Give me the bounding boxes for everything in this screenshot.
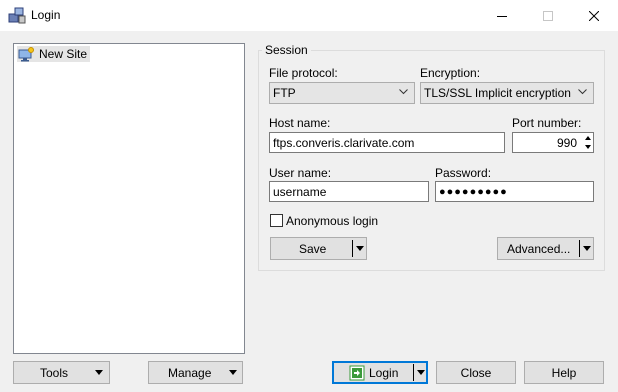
dropdown-arrow-icon xyxy=(229,370,237,375)
host-name-label: Host name: xyxy=(269,116,331,130)
maximize-icon xyxy=(543,10,553,21)
anonymous-login-checkbox[interactable] xyxy=(270,214,283,227)
encryption-value: TLS/SSL Implicit encryption xyxy=(424,86,571,100)
file-protocol-value: FTP xyxy=(273,86,296,100)
login-button[interactable]: Login xyxy=(332,361,428,384)
user-name-value: username xyxy=(273,184,327,199)
encryption-label: Encryption: xyxy=(420,66,481,80)
password-input[interactable]: ●●●●●●●●● xyxy=(435,181,594,202)
tools-button[interactable]: Tools xyxy=(13,361,110,384)
site-list[interactable]: New Site xyxy=(13,43,245,354)
host-name-value: ftps.converis.clarivate.com xyxy=(273,135,415,150)
minimize-icon xyxy=(497,15,507,17)
new-site-icon xyxy=(18,46,34,61)
port-number-label: Port number: xyxy=(512,116,582,130)
close-button[interactable]: Close xyxy=(436,361,516,384)
advanced-button[interactable]: Advanced... xyxy=(497,237,594,260)
site-item-new-site[interactable]: New Site xyxy=(17,46,91,62)
title-bar: Login xyxy=(0,0,618,31)
port-spinner-icon[interactable] xyxy=(583,133,593,152)
help-button-label: Help xyxy=(551,365,577,380)
close-window-button[interactable] xyxy=(571,0,617,31)
host-name-input[interactable]: ftps.converis.clarivate.com xyxy=(269,132,505,153)
anonymous-login-label: Anonymous login xyxy=(286,214,379,228)
maximize-button[interactable] xyxy=(525,0,571,31)
save-button-label: Save xyxy=(299,241,327,256)
dropdown-arrow-icon[interactable] xyxy=(417,370,425,375)
tools-button-label: Tools xyxy=(40,365,69,380)
port-number-input[interactable]: 990 xyxy=(512,132,594,153)
close-icon xyxy=(589,10,599,21)
save-split-separator xyxy=(352,240,353,257)
app-icon xyxy=(8,7,26,24)
encryption-select[interactable]: TLS/SSL Implicit encryption xyxy=(420,82,594,104)
login-icon xyxy=(349,365,365,380)
site-item-label: New Site xyxy=(39,47,88,61)
help-button[interactable]: Help xyxy=(524,361,604,384)
minimize-button[interactable] xyxy=(479,0,525,31)
dropdown-arrow-icon[interactable] xyxy=(356,246,364,251)
chevron-down-icon xyxy=(578,89,587,95)
file-protocol-label: File protocol: xyxy=(269,66,338,80)
file-protocol-select[interactable]: FTP xyxy=(269,82,415,104)
user-name-input[interactable]: username xyxy=(269,181,429,202)
save-button[interactable]: Save xyxy=(270,237,367,260)
login-button-label: Login xyxy=(369,365,399,380)
password-value: ●●●●●●●●● xyxy=(439,185,508,198)
window-title: Login xyxy=(31,8,61,22)
chevron-down-icon xyxy=(399,89,408,95)
session-group-title: Session xyxy=(262,43,311,57)
port-number-value: 990 xyxy=(556,135,577,150)
manage-button-label: Manage xyxy=(168,365,212,380)
manage-button[interactable]: Manage xyxy=(148,361,243,384)
dropdown-arrow-icon xyxy=(95,370,103,375)
password-label: Password: xyxy=(435,166,492,180)
user-name-label: User name: xyxy=(269,166,332,180)
close-button-label: Close xyxy=(460,365,492,380)
login-split-separator xyxy=(413,364,414,381)
advanced-button-label: Advanced... xyxy=(507,241,571,256)
advanced-split-separator xyxy=(579,240,580,257)
dropdown-arrow-icon[interactable] xyxy=(583,246,591,251)
